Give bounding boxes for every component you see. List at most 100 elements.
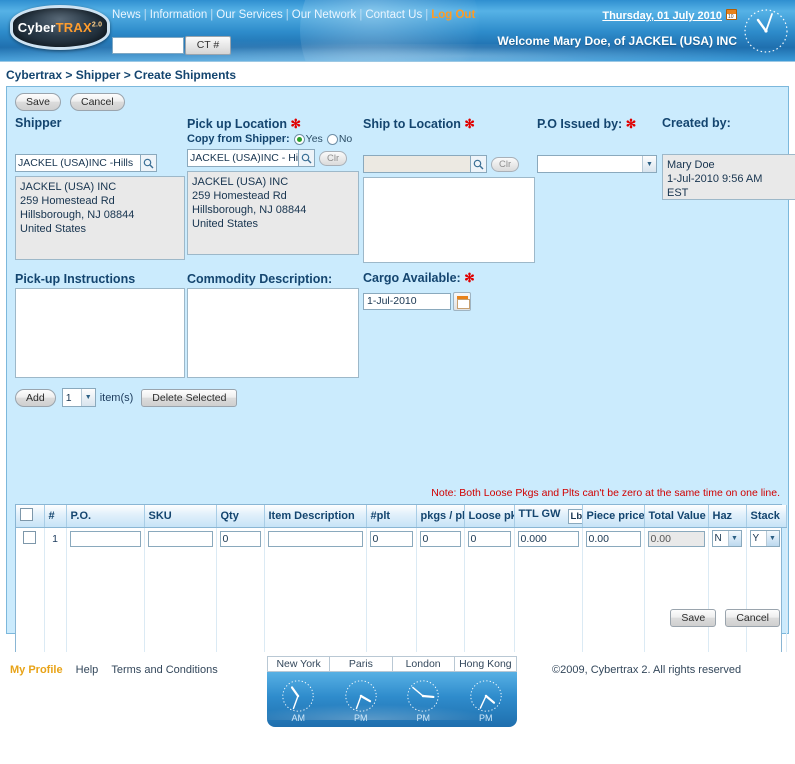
- nav-separator: |: [143, 9, 147, 21]
- clock-face-icon: [282, 679, 314, 712]
- cargo-available-input[interactable]: 1-Jul-2010: [363, 293, 451, 310]
- cancel-button-top[interactable]: Cancel: [70, 93, 125, 111]
- clock-hong-kong: PM: [455, 672, 518, 727]
- top-toolbar: Save Cancel: [7, 93, 788, 111]
- nav-our-services[interactable]: Our Services: [216, 9, 282, 21]
- row-sku-input[interactable]: [147, 530, 213, 547]
- select-all-checkbox[interactable]: [20, 508, 33, 521]
- calendar-icon[interactable]: [726, 9, 737, 20]
- pickup-lookup-input[interactable]: JACKEL (USA)INC - Hills: [187, 149, 299, 167]
- po-issued-by-select[interactable]: ▼: [537, 155, 657, 173]
- shipper-lookup-row: JACKEL (USA)INC -Hills: [15, 154, 185, 172]
- save-button-bottom[interactable]: Save: [670, 609, 717, 627]
- grid-col-item-description: Item Description: [264, 505, 367, 528]
- instructions-row: Pick-up Instructions Commodity Descripti…: [7, 271, 788, 384]
- row-ttl-gw-input[interactable]: 0.000: [517, 530, 579, 547]
- shipper-column: Shipper JACKEL (USA)INC -Hills JACKEL (U…: [15, 116, 185, 260]
- row-total-value-display: 0.00: [647, 530, 705, 547]
- row-haz-select[interactable]: N ▼: [711, 530, 742, 548]
- footer-my-profile[interactable]: My Profile: [10, 664, 63, 676]
- row-sku-cell: [144, 527, 217, 550]
- bottom-toolbar: Save Cancel: [664, 609, 780, 627]
- top-navigation: News | Information | Our Services | Our Networ…: [112, 9, 475, 21]
- radio-copy-yes-label: Yes: [305, 133, 323, 145]
- calendar-picker-icon[interactable]: [453, 292, 471, 311]
- chevron-down-icon[interactable]: ▼: [642, 156, 656, 172]
- nav-our-network[interactable]: Our Network: [292, 9, 357, 21]
- grid-col-pkgs-per-plt: pkgs / plt: [416, 505, 465, 528]
- copy-from-shipper-label: Copy from Shipper:: [187, 133, 290, 145]
- nav-information[interactable]: Information: [150, 9, 208, 21]
- pickup-location-column: Pick up Location ✻ Copy from Shipper: Ye…: [187, 116, 359, 255]
- row-stack-select[interactable]: Y ▼: [749, 530, 780, 548]
- row-po-cell: [66, 527, 145, 550]
- header-date[interactable]: Thursday, 01 July 2010: [602, 9, 737, 22]
- pickup-instructions-label: Pick-up Instructions: [15, 272, 136, 286]
- add-item-button[interactable]: Add: [15, 388, 56, 407]
- row-select-cell: [16, 527, 45, 550]
- ct-number-button[interactable]: CT #: [185, 36, 231, 55]
- cancel-button-bottom[interactable]: Cancel: [725, 609, 780, 627]
- pickup-clear-button[interactable]: Clr: [319, 150, 348, 166]
- footer-terms[interactable]: Terms and Conditions: [111, 664, 217, 676]
- magnifier-icon[interactable]: [141, 154, 157, 172]
- row-checkbox[interactable]: [23, 530, 37, 544]
- clock-face-icon: [407, 679, 439, 712]
- nav-log-out[interactable]: Log Out: [431, 9, 475, 21]
- cybertrax-logo[interactable]: CyberTRAX2.0: [10, 5, 110, 50]
- logo-text-cyber: Cyber: [17, 20, 56, 35]
- magnifier-icon[interactable]: [299, 149, 315, 167]
- shipto-lookup-input[interactable]: [363, 155, 471, 173]
- row-piece-price-input[interactable]: 0.00: [585, 530, 641, 547]
- location-columns: Shipper JACKEL (USA)INC -Hills JACKEL (U…: [7, 116, 795, 266]
- nav-news[interactable]: News: [112, 9, 141, 21]
- row-description-input[interactable]: [267, 530, 363, 547]
- commodity-description-textarea[interactable]: [187, 288, 359, 378]
- nav-separator: |: [359, 9, 363, 21]
- clock-face-icon: [470, 679, 502, 712]
- weight-unit-select[interactable]: Lb ▼: [567, 509, 581, 524]
- site-footer: My Profile Help Terms and Conditions New…: [0, 652, 795, 747]
- pickup-title: Pick up Location ✻: [187, 116, 359, 131]
- delete-selected-button[interactable]: Delete Selected: [141, 388, 238, 407]
- grid-col-plt: #plt: [366, 505, 417, 528]
- grid-col-loose-pkgs: Loose pkg: [464, 505, 515, 528]
- row-pkgs-per-plt-input[interactable]: 0: [419, 530, 461, 547]
- commodity-description-label: Commodity Description:: [187, 272, 333, 286]
- grid-col-ttl-gw-text: TTL GW: [518, 508, 561, 520]
- grid-col-piece-price: Piece price: [582, 505, 645, 528]
- grid-col-qty: Qty: [216, 505, 265, 528]
- shipto-clear-button[interactable]: Clr: [491, 156, 520, 172]
- shipto-title-text: Ship to Location: [363, 117, 461, 131]
- row-qty-input[interactable]: 0: [219, 530, 261, 547]
- footer-help[interactable]: Help: [76, 664, 99, 676]
- world-clock-faces: AM PM PM PM: [267, 672, 517, 727]
- shipto-title: Ship to Location ✻: [363, 116, 535, 131]
- grid-col-num: #: [44, 505, 67, 528]
- pickup-instructions-textarea[interactable]: [15, 288, 185, 378]
- row-po-input[interactable]: [69, 530, 141, 547]
- magnifier-icon[interactable]: [471, 155, 487, 173]
- copy-from-shipper-row: Copy from Shipper: Yes No: [187, 133, 359, 145]
- row-loose-pkgs-input[interactable]: 0: [467, 530, 511, 547]
- shipto-address[interactable]: [363, 177, 535, 263]
- item-count-select[interactable]: 1 ▼: [61, 388, 96, 407]
- row-plt-input[interactable]: 0: [369, 530, 413, 547]
- chevron-down-icon[interactable]: ▼: [727, 531, 741, 547]
- chevron-down-icon[interactable]: ▼: [80, 389, 95, 406]
- grid-col-haz: Haz: [708, 505, 747, 528]
- clock-paris: PM: [330, 672, 393, 727]
- copyright-text: ©2009, Cybertrax 2. All rights reserved: [552, 664, 742, 676]
- clock-face-icon: [345, 679, 377, 712]
- save-button-top[interactable]: Save: [15, 93, 61, 111]
- po-issued-by-title: P.O Issued by: ✻: [537, 116, 657, 131]
- logo-text-trax: TRAX: [55, 20, 92, 35]
- cargo-available-field: 1-Jul-2010: [363, 292, 471, 311]
- ct-number-input[interactable]: [112, 37, 184, 54]
- nav-contact-us[interactable]: Contact Us: [365, 9, 422, 21]
- radio-copy-no[interactable]: [326, 133, 338, 145]
- chevron-down-icon[interactable]: ▼: [765, 531, 779, 547]
- shipper-lookup-input[interactable]: JACKEL (USA)INC -Hills: [15, 154, 141, 172]
- header-date-text: Thursday, 01 July 2010: [602, 10, 722, 22]
- radio-copy-yes[interactable]: [293, 133, 305, 145]
